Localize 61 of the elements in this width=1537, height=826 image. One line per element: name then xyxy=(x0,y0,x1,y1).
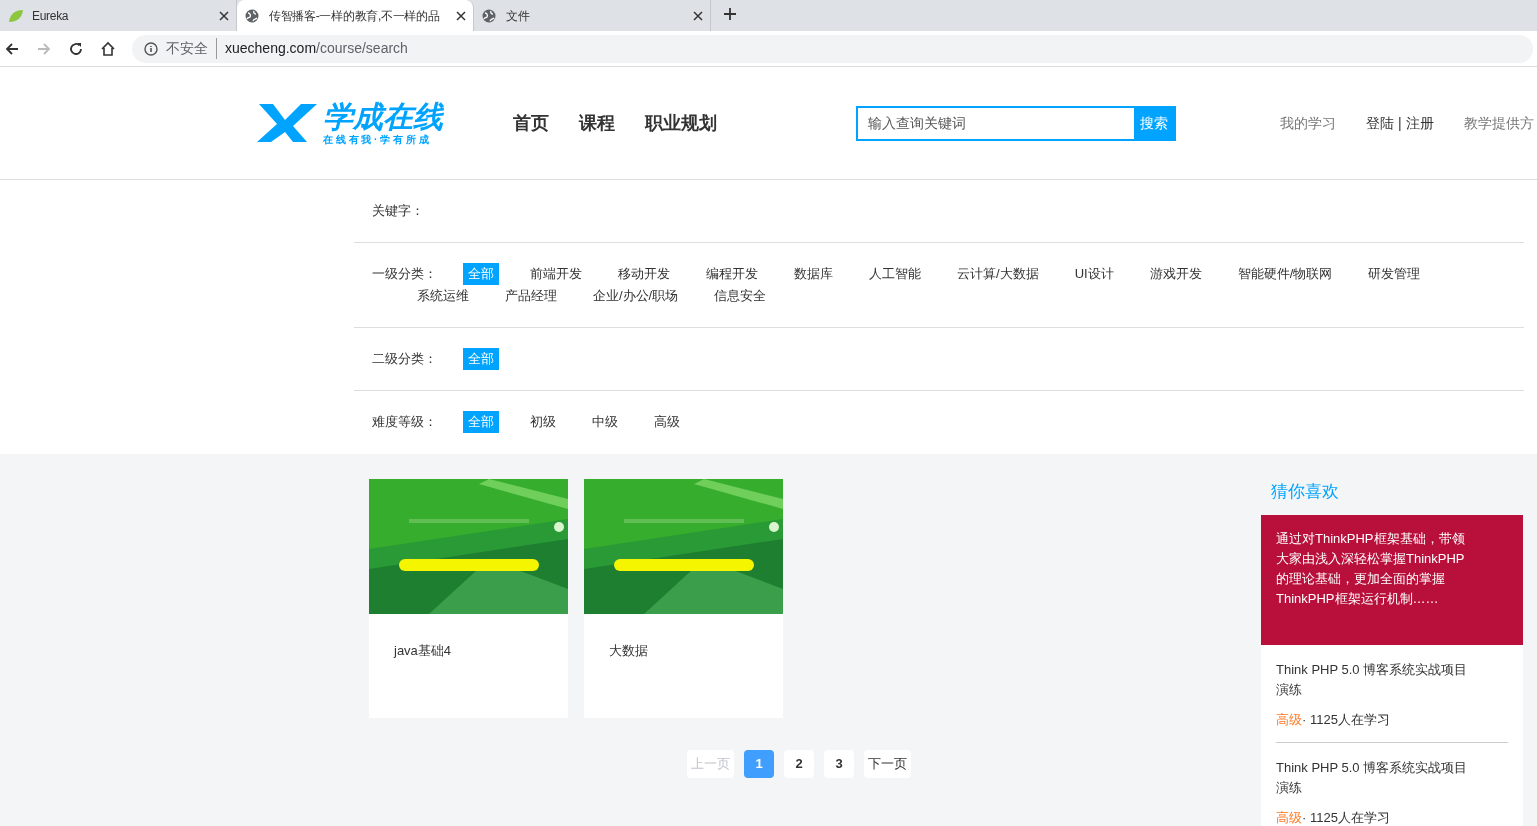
filter-label: 关键字： xyxy=(372,202,425,220)
nav-link[interactable]: 职业规划 xyxy=(645,109,717,137)
course-meta: 高级· 1125人在学习 xyxy=(1276,711,1391,729)
filter-option[interactable]: 前端开发 xyxy=(525,263,587,285)
login-link[interactable]: 登陆 xyxy=(1366,112,1394,134)
filter-option[interactable]: UI设计 xyxy=(1069,263,1119,285)
filter-option[interactable]: 智能硬件/物联网 xyxy=(1232,263,1338,285)
filter-option[interactable]: 数据库 xyxy=(789,263,838,285)
nav-link[interactable]: 我的学习 xyxy=(1280,112,1336,134)
page-button[interactable]: 3 xyxy=(824,750,854,778)
filter-label: 一级分类： xyxy=(372,265,438,283)
tab-title: 文件 xyxy=(506,7,531,25)
section-title: 猜你喜欢 xyxy=(1271,481,1340,503)
nav-link[interactable]: 教学提供方 xyxy=(1463,112,1534,134)
new-tab-icon[interactable] xyxy=(723,7,739,23)
course-meta: 高级· 1125人在学习 xyxy=(1276,809,1391,826)
separator: | xyxy=(1398,113,1402,133)
back-icon[interactable] xyxy=(4,40,20,57)
globe-icon xyxy=(482,8,496,23)
register-link[interactable]: 注册 xyxy=(1405,112,1434,134)
url-text: xuecheng.com/course/search xyxy=(225,39,408,58)
course-card[interactable]: 大数据 xyxy=(584,479,783,718)
feature-card[interactable]: 通过对ThinkPHP框架基础，带领大家由浅入深轻松掌握ThinkPHP的理论基础，更加全面的掌握ThinkPHP框架运行机制…… xyxy=(1261,515,1523,645)
filter-option[interactable]: 信息安全 xyxy=(709,285,772,307)
filter-option[interactable]: 人工智能 xyxy=(864,263,926,285)
course-title: Think PHP 5.0 博客系统实战项目演练 xyxy=(1276,759,1469,797)
filter-option[interactable]: 中级 xyxy=(587,411,623,433)
course-title: 大数据 xyxy=(609,642,649,660)
filter-option[interactable]: 产品经理 xyxy=(500,285,562,307)
security-label: 不安全 xyxy=(166,38,217,59)
filter-option[interactable]: 游戏开发 xyxy=(1144,263,1207,285)
logo-icon xyxy=(257,102,319,144)
filter-option[interactable]: 移动开发 xyxy=(613,263,675,285)
logo-slogan: 在 线 有 我 · 学 有 所 成 xyxy=(323,134,430,146)
page-button[interactable]: 下一页 xyxy=(864,750,911,778)
tab-title: 传智播客-一样的教育,不一样的品 xyxy=(269,7,441,25)
filter-option[interactable]: 编程开发 xyxy=(701,263,763,285)
filter-label: 难度等级： xyxy=(372,413,438,431)
address-bar[interactable]: 不安全 xuecheng.com/course/search xyxy=(132,34,1533,63)
filter-option[interactable]: 云计算/大数据 xyxy=(952,263,1044,285)
page-button[interactable]: 2 xyxy=(784,750,814,778)
leaf-icon xyxy=(8,8,24,23)
browser-tab[interactable]: 传智播客-一样的教育,不一样的品 xyxy=(237,0,474,31)
nav-link[interactable]: 课程 xyxy=(579,109,615,137)
feature-description: 通过对ThinkPHP框架基础，带领大家由浅入深轻松掌握ThinkPHP的理论基础，更加全面的掌握ThinkPHP框架运行机制…… xyxy=(1276,530,1466,608)
course-title: Think PHP 5.0 博客系统实战项目演练 xyxy=(1276,661,1469,699)
filter-option[interactable]: 系统运维 xyxy=(412,285,474,307)
filter-label: 二级分类： xyxy=(372,350,438,368)
course-card[interactable]: java基础4 xyxy=(369,479,568,718)
globe-icon xyxy=(245,8,259,23)
filter-option[interactable]: 研发管理 xyxy=(1363,263,1426,285)
course-title: java基础4 xyxy=(394,642,453,660)
filter-option[interactable]: 初级 xyxy=(525,411,561,433)
nav-link[interactable]: 首页 xyxy=(513,109,549,137)
filter-option[interactable]: 高级 xyxy=(649,411,685,433)
reload-icon[interactable] xyxy=(68,40,84,57)
tab-title: Eureka xyxy=(32,7,70,25)
filter-option[interactable]: 企业/办公/职场 xyxy=(588,285,684,307)
logo-text: 学成在线 xyxy=(323,100,443,134)
home-icon[interactable] xyxy=(100,40,116,57)
info-icon[interactable] xyxy=(144,41,158,56)
